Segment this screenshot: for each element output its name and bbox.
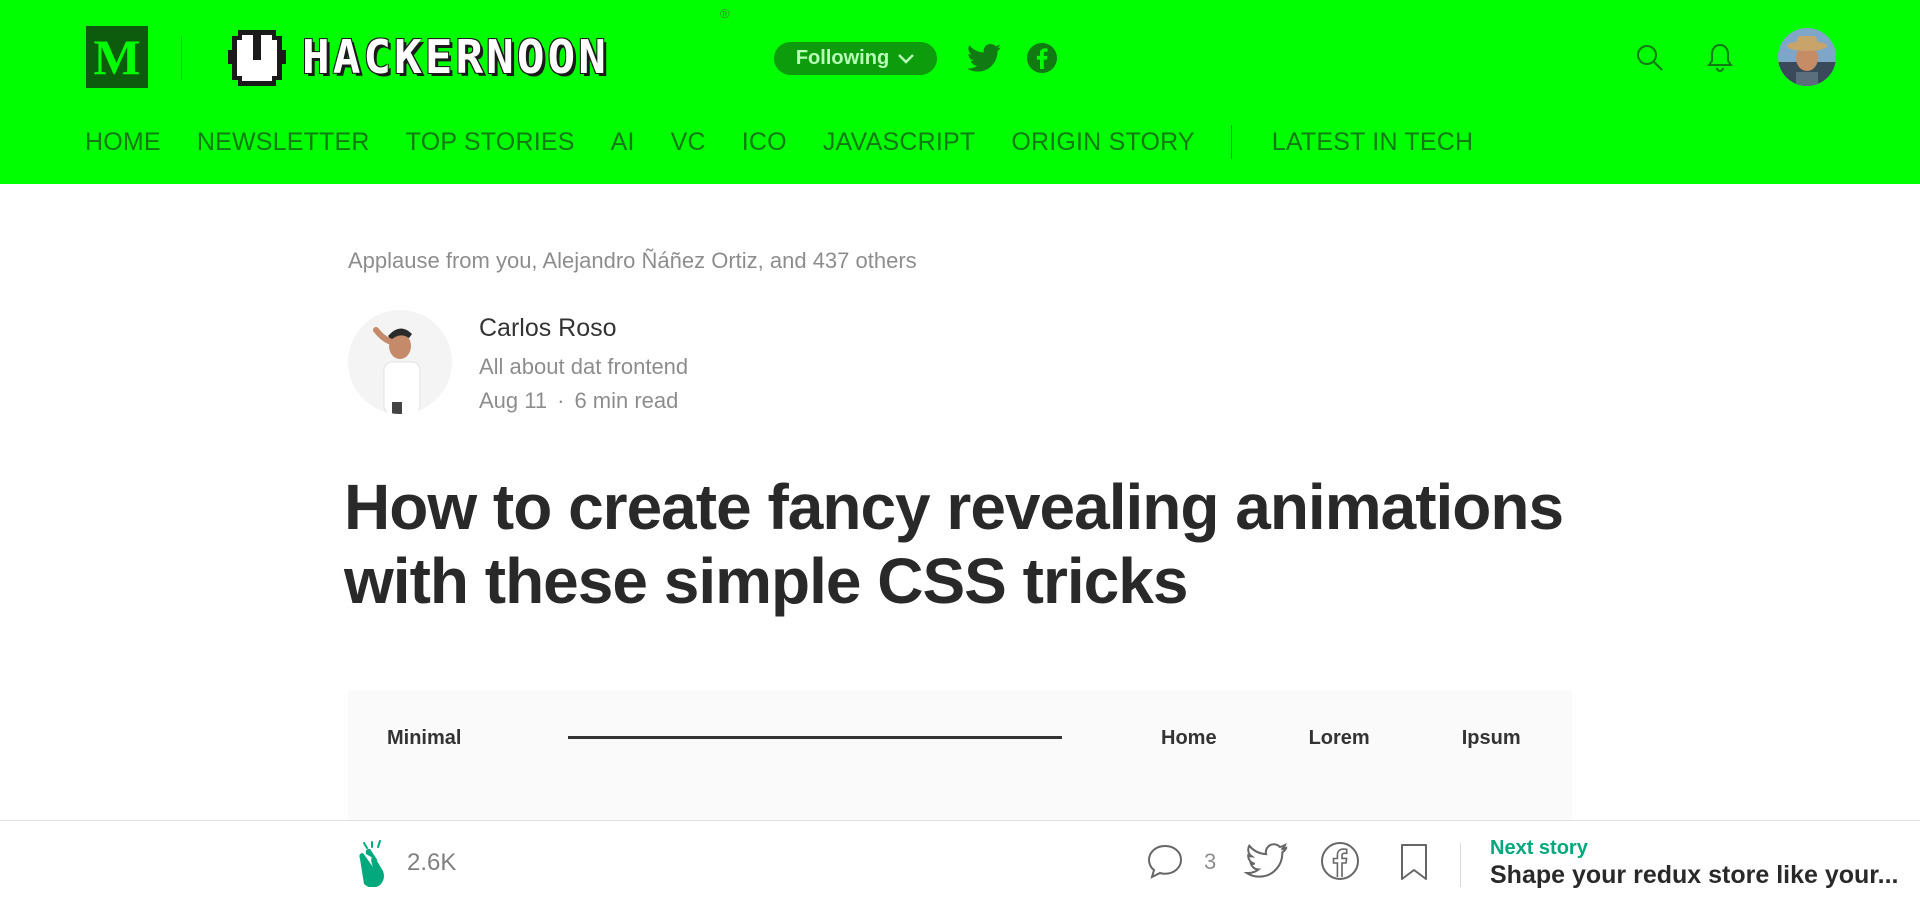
next-story-label[interactable]: Next story [1490, 837, 1588, 860]
nav-item-newsletter[interactable]: NEWSLETTER [197, 128, 370, 157]
bottom-action-bar: 2.6K 3 Next story Shape your redux store… [0, 820, 1920, 900]
medium-logo-letter: M [93, 29, 141, 85]
publication-name: HACKERNOON [302, 30, 609, 84]
bookmark-icon[interactable] [1396, 841, 1432, 883]
figure-nav: Home Lorem Ipsum [1161, 727, 1613, 750]
hackernoon-mark-icon [226, 26, 288, 88]
nav-item-vc[interactable]: VC [671, 128, 706, 157]
search-icon[interactable] [1634, 40, 1666, 76]
figure-logo-text: Minimal [387, 727, 462, 749]
nav-item-ico[interactable]: ICO [742, 128, 787, 157]
nav-item-origin-story[interactable]: ORIGIN STORY [1011, 128, 1194, 157]
user-avatar[interactable] [1778, 28, 1836, 86]
article-figure: Minimal Home Lorem Ipsum [348, 690, 1572, 820]
facebook-share-icon[interactable] [1318, 839, 1362, 883]
author-avatar[interactable] [348, 310, 452, 414]
publish-date: Aug 11 [479, 388, 548, 413]
bell-icon[interactable] [1704, 40, 1736, 76]
next-story-title[interactable]: Shape your redux store like your... [1490, 861, 1910, 890]
figure-link-lorem: Lorem [1308, 727, 1370, 749]
nav-item-javascript[interactable]: JAVASCRIPT [823, 128, 976, 157]
following-label: Following [795, 47, 890, 69]
header-divider [181, 36, 182, 80]
twitter-share-icon[interactable] [1243, 841, 1288, 883]
publication-nav: HOME NEWSLETTER TOP STORIES AI VC ICO JA… [85, 122, 1509, 162]
response-count: 3 [1204, 849, 1217, 874]
clap-icon[interactable] [350, 839, 396, 888]
nav-item-home[interactable]: HOME [85, 128, 161, 157]
nav-item-latest-in-tech[interactable]: LATEST IN TECH [1272, 128, 1473, 157]
clap-count: 2.6K [407, 849, 457, 876]
author-bio: All about dat frontend [479, 354, 689, 379]
applause-note: Applause from you, Alejandro Ñáñez Ortiz… [348, 248, 917, 273]
bottom-bar-divider [1460, 843, 1461, 887]
nav-divider [1230, 125, 1232, 159]
registered-mark: ® [720, 6, 730, 21]
following-button[interactable]: Following [774, 42, 937, 75]
twitter-icon[interactable] [966, 40, 1002, 76]
read-time: 6 min read [574, 388, 679, 413]
nav-item-top-stories[interactable]: TOP STORIES [406, 128, 575, 157]
nav-item-ai[interactable]: AI [611, 128, 635, 157]
figure-link-home: Home [1161, 727, 1217, 749]
meta-separator: · [557, 388, 565, 413]
figure-link-ipsum: Ipsum [1461, 727, 1521, 749]
article-meta: Aug 11 · 6 min read [479, 388, 678, 414]
facebook-icon[interactable] [1024, 40, 1060, 76]
medium-logo[interactable]: M [86, 26, 148, 88]
figure-line [568, 736, 1062, 739]
author-name[interactable]: Carlos Roso [479, 314, 617, 343]
response-icon[interactable] [1144, 841, 1186, 883]
publication-header: M HACKERNOON ® Following HOME NEWSLETTER… [0, 0, 1920, 184]
chevron-down-icon [898, 53, 915, 64]
publication-logo[interactable]: HACKERNOON [226, 22, 609, 92]
article-title: How to create fancy revealing animations… [344, 471, 1564, 617]
